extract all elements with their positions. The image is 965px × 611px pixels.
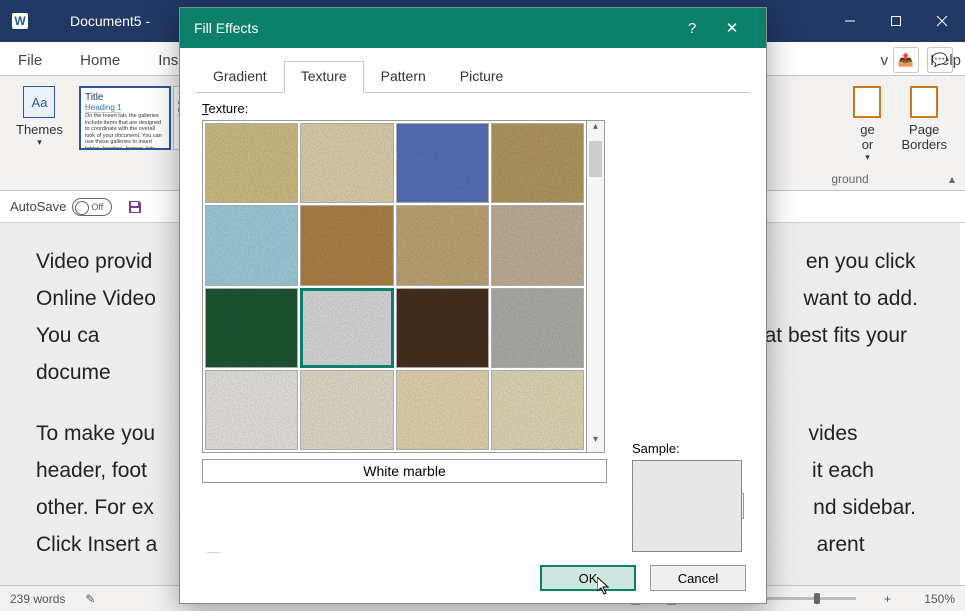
texture-green-marble[interactable] <box>205 288 298 368</box>
chevron-down-icon: ▾ <box>865 152 870 163</box>
texture-white-marble[interactable] <box>300 288 393 368</box>
texture-denim[interactable] <box>396 123 489 203</box>
rotate-label: Rotate fill effect with shape <box>232 552 387 553</box>
zoom-percent[interactable]: 150% <box>911 592 955 606</box>
dialog-tabs: Gradient Texture Pattern Picture <box>196 60 750 93</box>
window-controls <box>827 0 965 42</box>
tab-pattern[interactable]: Pattern <box>364 61 443 93</box>
document-title: Document5 - <box>70 13 150 29</box>
tab-texture[interactable]: Texture <box>284 61 364 93</box>
texture-woven-mat[interactable] <box>491 123 584 203</box>
ok-button[interactable]: OK <box>540 565 636 591</box>
close-button[interactable] <box>919 0 965 42</box>
tab-file[interactable]: File <box>14 46 46 75</box>
dialog-footer: OK Cancel <box>180 553 766 603</box>
scroll-down-button[interactable]: ▾ <box>587 434 604 452</box>
texture-water-droplets[interactable] <box>205 205 298 285</box>
texture-brown-marble[interactable] <box>396 288 489 368</box>
ribbon-group-label: ground <box>760 172 940 186</box>
collapse-ribbon-button[interactable]: ▴ <box>949 172 955 186</box>
comments-button[interactable]: 💬 <box>927 47 953 73</box>
texture-scrollbar[interactable]: ▴ ▾ <box>587 120 605 453</box>
save-icon[interactable] <box>126 198 144 216</box>
dialog-help-button[interactable]: ? <box>672 20 712 37</box>
cancel-button[interactable]: Cancel <box>650 565 746 591</box>
tab-home[interactable]: Home <box>76 46 124 75</box>
texture-granite[interactable] <box>491 288 584 368</box>
themes-button[interactable]: Aa Themes ▾ <box>16 82 63 148</box>
themes-label: Themes <box>16 122 63 137</box>
page-color-icon <box>853 86 881 118</box>
fill-effects-dialog: Fill Effects ? ✕ Gradient Texture Patter… <box>179 7 767 604</box>
zoom-slider-thumb[interactable] <box>814 593 820 604</box>
page-color-button[interactable]: ge or ▾ <box>843 86 891 163</box>
texture-recycled-paper[interactable] <box>300 370 393 450</box>
texture-grid <box>202 120 587 453</box>
zoom-in-button[interactable]: + <box>880 592 895 606</box>
dialog-title: Fill Effects <box>194 20 258 36</box>
scrollbar-thumb[interactable] <box>589 141 602 177</box>
texture-stationery[interactable] <box>491 370 584 450</box>
texture-papyrus[interactable] <box>205 123 298 203</box>
texture-sand[interactable] <box>491 205 584 285</box>
texture-fish-fossil[interactable] <box>396 205 489 285</box>
style-set-preview-1[interactable]: Title Heading 1 On the Insert tab, the g… <box>79 86 171 150</box>
tab-picture[interactable]: Picture <box>443 61 521 93</box>
share-button[interactable]: 📤 <box>893 47 919 73</box>
page-borders-button[interactable]: Page Borders <box>891 86 957 152</box>
scroll-up-button[interactable]: ▴ <box>587 121 604 139</box>
texture-paper-bag[interactable] <box>300 205 393 285</box>
word-app-icon: W <box>12 13 28 29</box>
word-count[interactable]: 239 words <box>10 592 65 606</box>
autosave-label: AutoSave <box>10 199 66 214</box>
dialog-close-button[interactable]: ✕ <box>712 19 752 37</box>
proofing-icon[interactable]: ✎ <box>81 592 99 606</box>
rotate-checkbox <box>206 552 221 553</box>
sample-preview <box>632 460 742 552</box>
page-borders-icon <box>910 86 938 118</box>
themes-icon: Aa <box>23 86 55 118</box>
tab-view-partial[interactable]: v <box>877 46 893 75</box>
chevron-down-icon: ▾ <box>37 137 42 148</box>
selected-texture-name: White marble <box>202 459 607 483</box>
texture-newsprint[interactable] <box>205 370 298 450</box>
maximize-button[interactable] <box>873 0 919 42</box>
autosave-toggle[interactable]: Off <box>72 198 112 216</box>
texture-parchment[interactable] <box>396 370 489 450</box>
sample-label: Sample: <box>632 441 742 456</box>
minimize-button[interactable] <box>827 0 873 42</box>
texture-label: Texture: <box>202 101 744 116</box>
tab-gradient[interactable]: Gradient <box>196 61 284 93</box>
dialog-titlebar[interactable]: Fill Effects ? ✕ <box>180 8 766 48</box>
texture-canvas[interactable] <box>300 123 393 203</box>
